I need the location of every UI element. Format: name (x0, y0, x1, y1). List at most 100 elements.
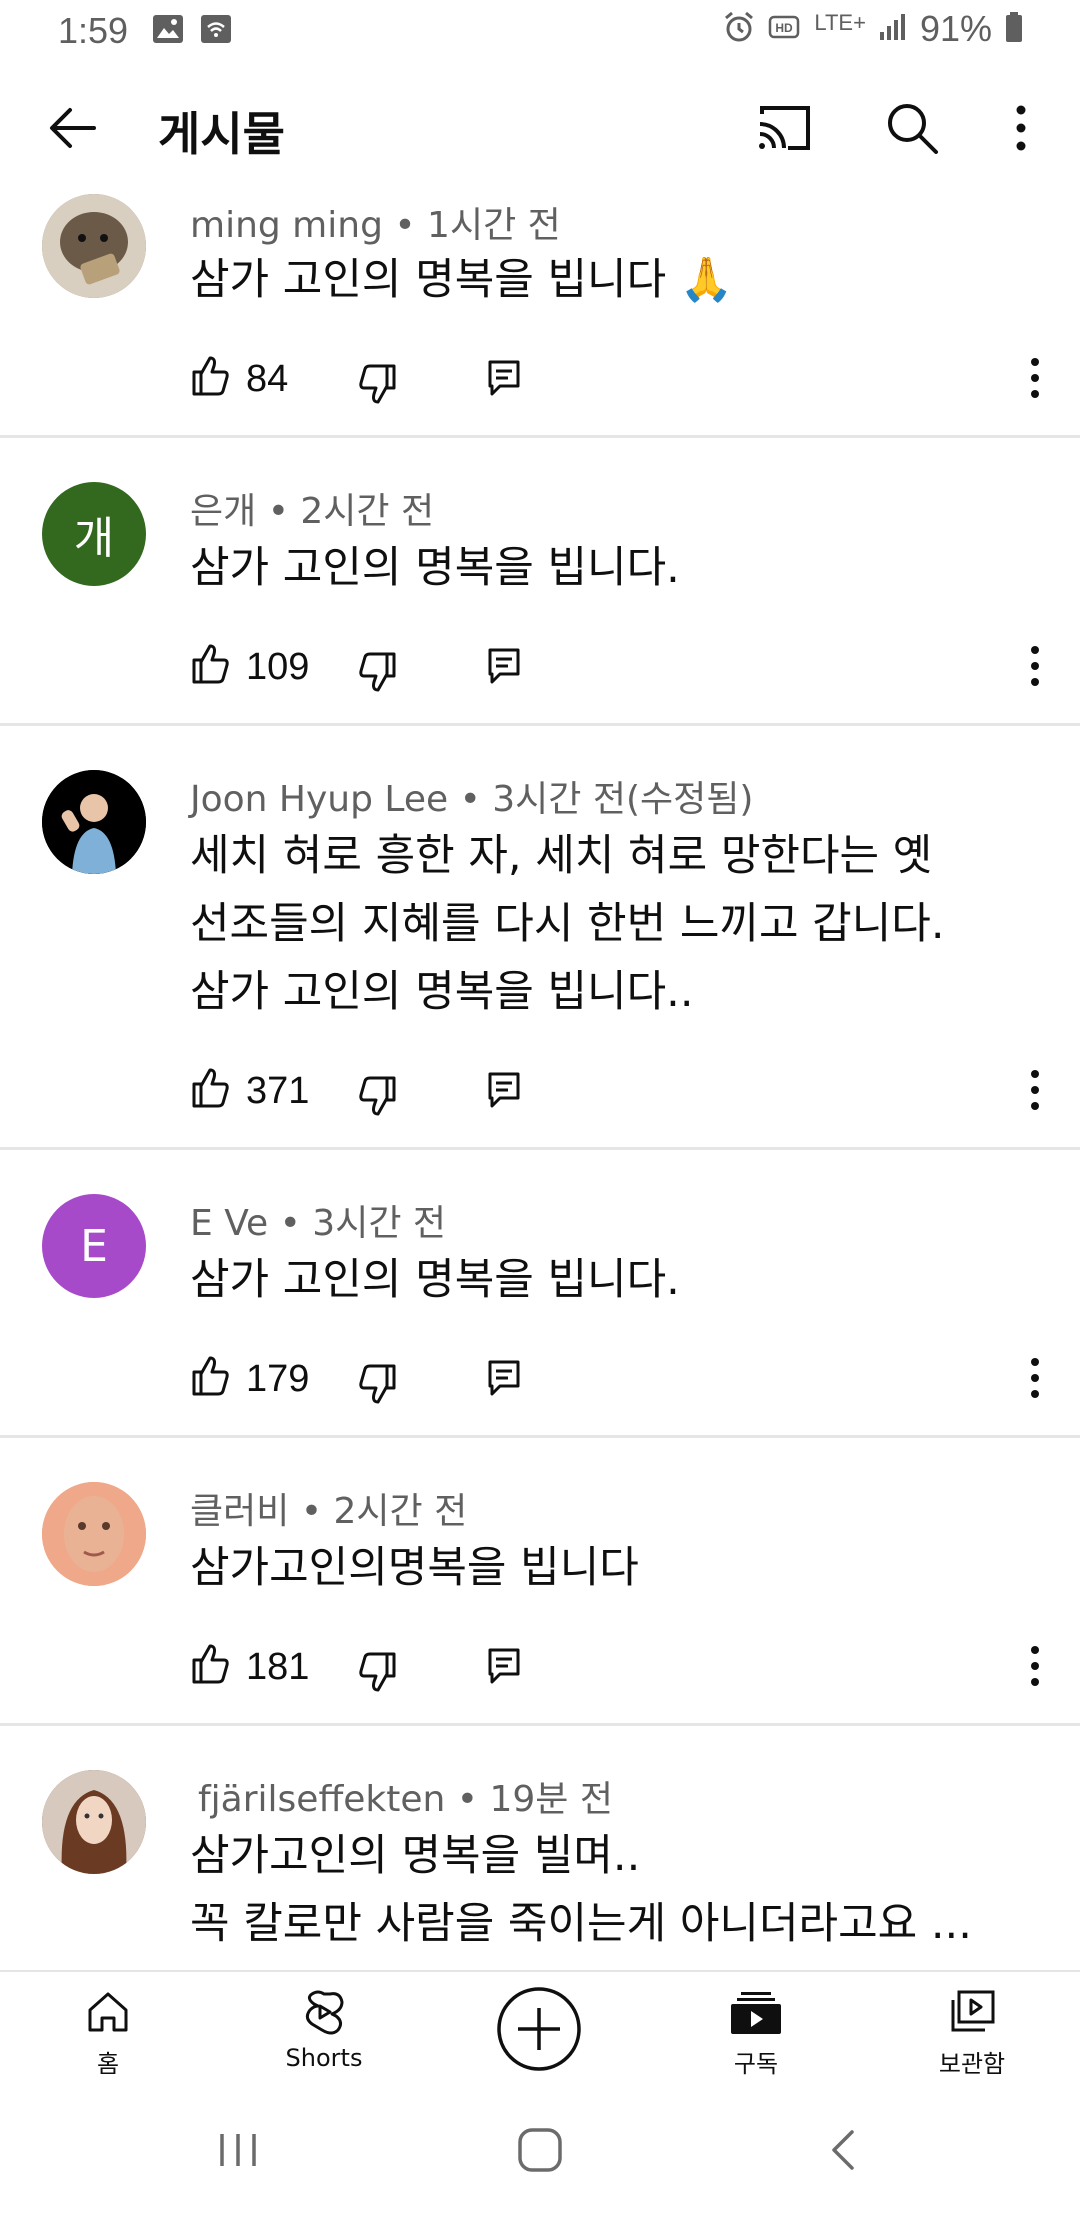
comment-item: Joon Hyup Lee • 3시간 전(수정됨) 세치 혀로 흥한 자, 세… (0, 726, 1080, 1150)
shorts-icon (305, 1990, 344, 2035)
nav-library[interactable]: 보관함 (892, 1988, 1052, 2088)
wifi-calling-icon (200, 14, 232, 48)
comment-author[interactable]: E Ve (190, 1203, 268, 1244)
nav-home-label: 홈 (96, 2050, 120, 2078)
library-icon (951, 1990, 995, 2032)
comment-more-icon[interactable] (1024, 1642, 1046, 1690)
comment-actions: 181 (190, 1642, 1070, 1702)
comment-actions: 84 (190, 354, 1070, 414)
reply-icon[interactable] (486, 646, 522, 686)
comment-more-icon[interactable] (1024, 642, 1046, 690)
dislike-icon[interactable] (358, 1074, 398, 1118)
reply-icon[interactable] (486, 358, 522, 398)
comment-author[interactable]: ming ming (190, 205, 383, 246)
comment-item: fjärilseffekten • 19분 전 삼가고인의 명복을 빌며.. 꼭… (0, 1726, 1080, 1970)
back-arrow-icon[interactable] (44, 100, 104, 156)
avatar[interactable] (42, 1770, 146, 1874)
comment-item: E E Ve • 3시간 전 삼가 고인의 명복을 빕니다. 179 (0, 1150, 1080, 1438)
avatar[interactable] (42, 770, 146, 874)
like-icon[interactable] (190, 354, 230, 398)
hd-voice-icon: HD (768, 12, 802, 46)
system-back-icon[interactable] (826, 2126, 862, 2174)
create-button[interactable] (496, 1986, 582, 2072)
comment-time: 2시간 전 (300, 491, 435, 532)
comment-text: 삼가 고인의 명복을 빕니다. (190, 543, 680, 593)
nav-home[interactable]: 홈 (28, 1988, 188, 2088)
comment-time: 1시간 전 (427, 205, 561, 246)
nav-shorts-label: Shorts (285, 2044, 363, 2072)
comment-author[interactable]: fjärilseffekten (198, 1779, 445, 1820)
like-count: 181 (246, 1646, 310, 1688)
status-time: 1:59 (58, 10, 129, 51)
search-icon[interactable] (882, 98, 942, 158)
avatar[interactable]: E (42, 1194, 146, 1298)
system-home-icon[interactable] (516, 2126, 564, 2174)
comment-time: 2시간 전 (333, 1491, 468, 1532)
comment-actions: 179 (190, 1354, 1070, 1414)
comment-text: 삼가고인의명복을 빕니다 (190, 1543, 639, 1593)
comment-author[interactable]: 클러비 (190, 1491, 289, 1532)
home-icon (88, 1992, 128, 2032)
like-icon[interactable] (190, 1642, 230, 1686)
dislike-icon[interactable] (358, 1362, 398, 1406)
alarm-icon (722, 10, 756, 48)
comment-meta: Joon Hyup Lee • 3시간 전(수정됨) (190, 779, 754, 820)
like-icon[interactable] (190, 1066, 230, 1110)
dislike-icon[interactable] (358, 362, 398, 406)
nav-subscriptions[interactable]: 구독 (676, 1988, 836, 2088)
like-count: 84 (246, 358, 289, 400)
avatar[interactable] (42, 1482, 146, 1586)
comment-text: 삼가고인의 명복을 빌며.. 꼭 칼로만 사람을 죽이는게 아니더라고요 ... (190, 1831, 972, 1949)
bottom-navigation: 홈 Shorts 구독 보관함 (0, 1970, 1080, 2098)
subscriptions-icon (731, 1992, 781, 2034)
cast-icon[interactable] (754, 100, 814, 156)
like-icon[interactable] (190, 642, 230, 686)
like-count: 179 (246, 1358, 310, 1400)
like-icon[interactable] (190, 1354, 230, 1398)
comment-author[interactable]: Joon Hyup Lee (190, 779, 448, 820)
add-circle-icon (497, 1987, 581, 2071)
comment-actions: 109 (190, 642, 1070, 702)
status-bar: 1:59 HD LTE+ 91% (0, 0, 1080, 64)
system-navigation-bar (0, 2098, 1080, 2220)
comment-more-icon[interactable] (1024, 1354, 1046, 1402)
dislike-icon[interactable] (358, 1650, 398, 1694)
nav-library-label: 보관함 (938, 2050, 1006, 2078)
comment-text: 삼가 고인의 명복을 빕니다. (190, 1255, 680, 1305)
page-title: 게시물 (158, 107, 285, 161)
recent-apps-icon[interactable] (216, 2128, 260, 2172)
reply-icon[interactable] (486, 1646, 522, 1686)
comment-item: ming ming • 1시간 전 삼가 고인의 명복을 빕니다 🙏 84 (0, 176, 1080, 438)
comment-meta: fjärilseffekten • 19분 전 (198, 1779, 613, 1820)
battery-percent: 91% (919, 8, 992, 49)
comment-text: 삼가 고인의 명복을 빕니다 🙏 (190, 255, 734, 305)
avatar[interactable] (42, 194, 146, 298)
nav-shorts[interactable]: Shorts (244, 1988, 404, 2088)
like-count: 109 (246, 646, 310, 688)
comment-meta: ming ming • 1시간 전 (190, 205, 561, 246)
gallery-icon (152, 14, 184, 48)
like-count: 371 (246, 1070, 310, 1112)
lte-icon: LTE+ (814, 10, 866, 35)
reply-icon[interactable] (486, 1070, 522, 1110)
comment-time: 3시간 전 (312, 1203, 447, 1244)
svg-text:HD: HD (776, 21, 794, 35)
comment-meta: 클러비 • 2시간 전 (190, 1491, 468, 1532)
top-app-bar: 게시물 (0, 80, 1080, 176)
comment-item: 클러비 • 2시간 전 삼가고인의명복을 빕니다 181 (0, 1438, 1080, 1726)
avatar-letter: E (80, 1220, 108, 1272)
avatar[interactable]: 개 (42, 482, 146, 586)
comment-list: ming ming • 1시간 전 삼가 고인의 명복을 빕니다 🙏 84 개 … (0, 176, 1080, 1970)
comment-author[interactable]: 은개 (190, 491, 256, 532)
reply-icon[interactable] (486, 1358, 522, 1398)
comment-meta: E Ve • 3시간 전 (190, 1203, 447, 1244)
nav-subscriptions-label: 구독 (733, 2050, 779, 2078)
dislike-icon[interactable] (358, 650, 398, 694)
avatar-letter: 개 (73, 513, 115, 564)
comment-more-icon[interactable] (1024, 354, 1046, 402)
comment-time: 19분 전 (489, 1779, 613, 1820)
comment-more-icon[interactable] (1024, 1066, 1046, 1114)
comment-text: 세치 혀로 흥한 자, 세치 혀로 망한다는 옛 선조들의 지혜를 다시 한번 … (190, 831, 945, 1017)
more-vert-icon[interactable] (1006, 98, 1036, 158)
comment-time: 3시간 전(수정됨) (492, 779, 754, 820)
